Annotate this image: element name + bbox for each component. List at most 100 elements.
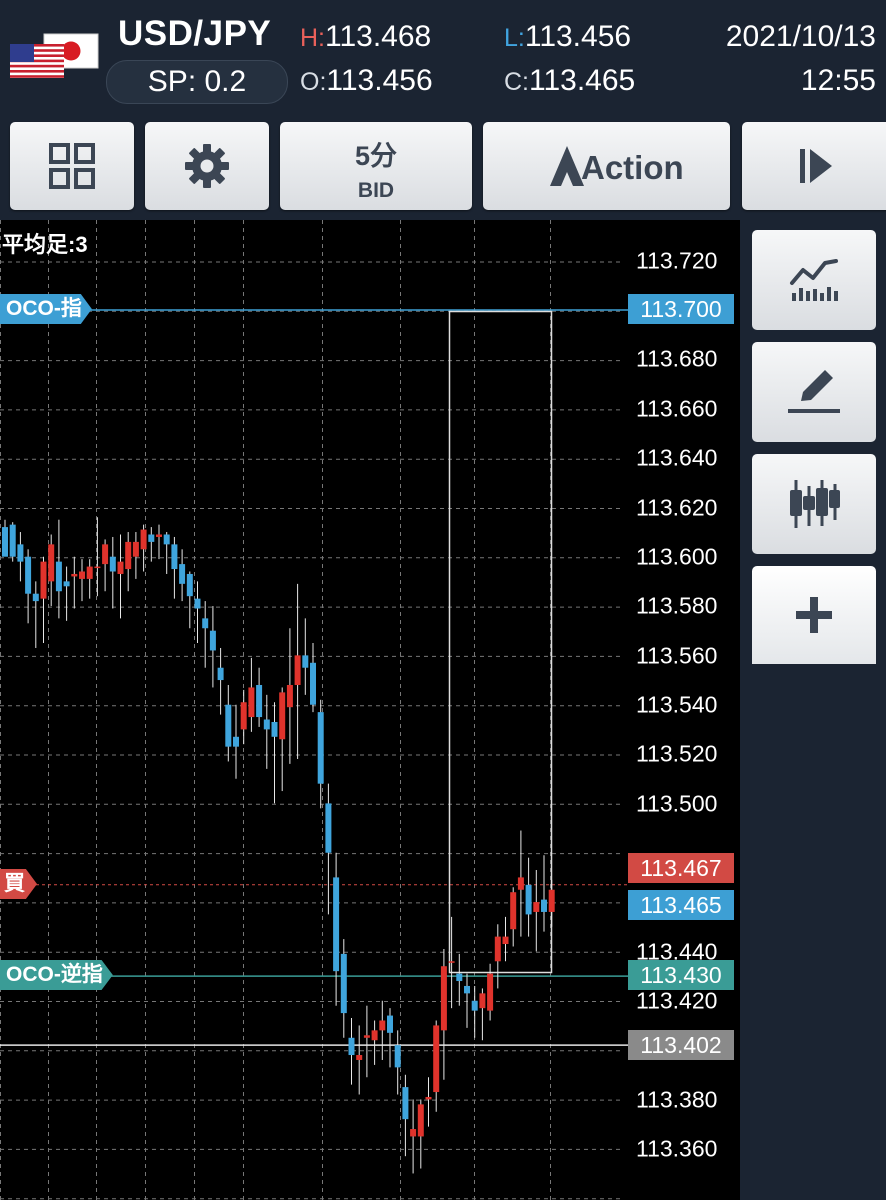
- candle-body: [48, 544, 55, 582]
- play-icon: [800, 149, 832, 183]
- candle-body: [340, 953, 347, 1014]
- candle-body: [156, 534, 162, 537]
- candle-body: [425, 1096, 432, 1100]
- candle-body: [417, 1104, 424, 1137]
- candle-body: [394, 1045, 401, 1068]
- candle-body: [163, 534, 170, 545]
- price-tick: 113.420: [636, 987, 718, 1014]
- oco-stop-line-label[interactable]: OCO-逆指: [0, 960, 113, 990]
- candle-body: [348, 1037, 355, 1056]
- candle-body: [502, 936, 509, 945]
- candle-body: [25, 556, 32, 594]
- price-tick: 113.540: [636, 691, 718, 718]
- timeframe-label: 5分: [354, 141, 398, 171]
- candle-body: [333, 877, 340, 972]
- oco-limit-line-label[interactable]: OCO-指: [0, 294, 92, 324]
- open-price: O:113.456: [300, 64, 433, 97]
- oco-stop-price-tag: 113.430: [628, 960, 734, 990]
- candle-body: [410, 1129, 417, 1137]
- candle-body: [217, 667, 224, 681]
- action-label: Action: [581, 149, 684, 186]
- candle-body: [233, 736, 239, 747]
- price-tick: 113.600: [636, 543, 718, 570]
- candle-body: [240, 702, 247, 730]
- candle-body: [117, 561, 124, 574]
- candle-body: [209, 630, 216, 651]
- bid-price-tag: 113.465: [628, 890, 734, 920]
- price-tick: 113.620: [636, 494, 718, 521]
- candle-body: [86, 566, 93, 579]
- action-triangle-icon: [550, 146, 584, 186]
- price-tick: 113.520: [636, 740, 718, 767]
- candle-body: [517, 877, 524, 890]
- candle-body: [17, 544, 24, 562]
- candle-body: [363, 1035, 370, 1038]
- quote-time: 12:55: [800, 64, 876, 97]
- plus-icon: [796, 597, 832, 633]
- candle-body: [194, 598, 201, 609]
- candle-body: [71, 573, 78, 577]
- candle-body: [109, 556, 116, 572]
- add-button[interactable]: [752, 566, 876, 664]
- candle-type-button[interactable]: [752, 454, 876, 554]
- timeframe-button[interactable]: 5分 BID: [280, 122, 472, 210]
- candle-body: [448, 961, 455, 963]
- candle-body: [271, 721, 278, 737]
- candle-body: [302, 655, 309, 668]
- reference-price-tag: 113.402: [628, 1030, 734, 1060]
- candle-body: [125, 541, 132, 570]
- low-price: L:113.456: [504, 20, 632, 53]
- gear-icon: [185, 144, 229, 188]
- candle-body: [202, 618, 209, 629]
- candle-body: [456, 973, 463, 982]
- price-axis: 113.720 113.680 113.660 113.640 113.620 …: [622, 220, 740, 1200]
- layout-grid-button[interactable]: [10, 122, 134, 210]
- candle-body: [471, 1000, 478, 1011]
- currency-pair[interactable]: USD/JPY: [118, 14, 271, 54]
- candle-body: [32, 593, 39, 602]
- play-button[interactable]: [742, 122, 886, 210]
- candle-body: [140, 529, 147, 550]
- spread-badge: SP: 0.2: [106, 60, 288, 104]
- candle-body: [325, 803, 332, 853]
- candle-body: [63, 581, 70, 587]
- candle-body: [171, 544, 178, 570]
- price-tick: 113.720: [636, 247, 718, 274]
- candle-body: [371, 1030, 378, 1041]
- candle-body: [186, 573, 193, 597]
- candle-body: [179, 564, 186, 584]
- settings-button[interactable]: [145, 122, 269, 210]
- candle-body: [487, 973, 494, 1011]
- candle-body: [317, 712, 324, 784]
- action-button[interactable]: Action: [483, 122, 730, 210]
- price-tick: 113.500: [636, 790, 718, 817]
- candle-body: [279, 692, 286, 740]
- candle-body: [79, 571, 85, 579]
- candle-body: [548, 889, 555, 912]
- indicator-chart-icon: [790, 259, 838, 301]
- candle-body: [440, 966, 447, 1031]
- candle-body: [541, 899, 547, 912]
- candle-body: [94, 566, 101, 569]
- candle-body: [2, 527, 8, 557]
- candle-body: [356, 1055, 363, 1060]
- candle-body: [40, 561, 47, 599]
- candle-body: [433, 1025, 440, 1093]
- price-tick: 113.380: [636, 1086, 718, 1113]
- candle-body: [256, 684, 263, 718]
- candle-body: [387, 1015, 393, 1033]
- draw-button[interactable]: [752, 342, 876, 442]
- price-tick: 113.360: [636, 1135, 718, 1162]
- indicator-button[interactable]: [752, 230, 876, 330]
- chart-toolbar: 5分 BID Action: [0, 112, 886, 220]
- currency-flags-icon: [10, 33, 99, 78]
- chart-grid: [0, 220, 622, 1200]
- candle-body: [102, 544, 109, 565]
- indicator-label: 平均足:3: [2, 232, 88, 257]
- candles-icon: [790, 480, 840, 528]
- pencil-draw-icon: [788, 370, 840, 413]
- price-tick: 113.560: [636, 642, 718, 669]
- high-price: H:113.468: [300, 20, 432, 53]
- candle-body: [294, 655, 301, 685]
- chart-side-panel: [740, 220, 886, 1200]
